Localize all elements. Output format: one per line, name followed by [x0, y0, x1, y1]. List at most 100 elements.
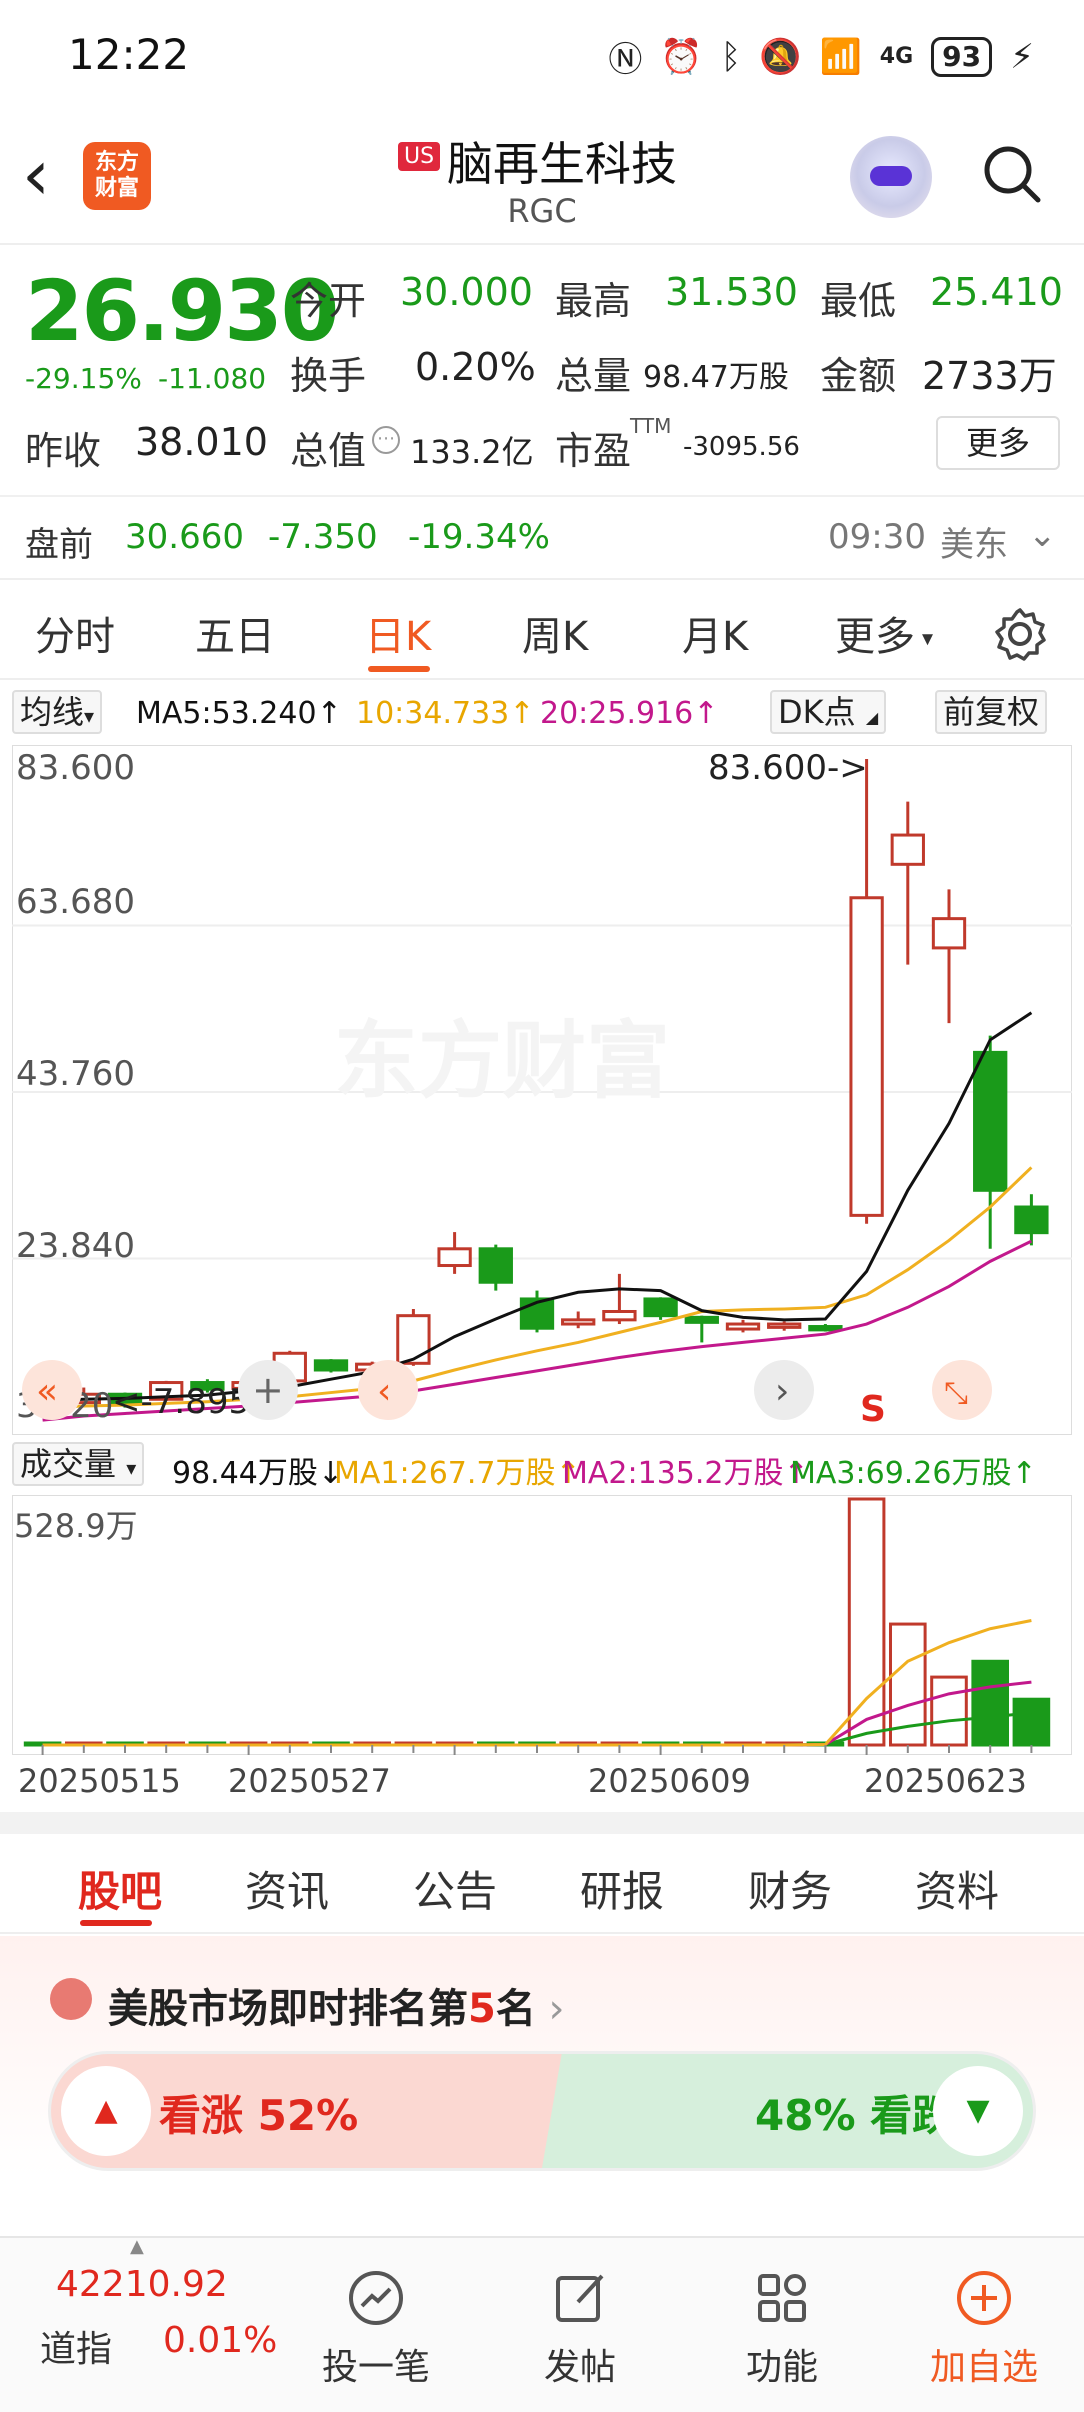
tab-news[interactable]: 资讯: [245, 1858, 329, 1919]
mute-icon: 🔕: [759, 36, 802, 77]
tab-research[interactable]: 研报: [580, 1858, 664, 1919]
candle-body: [808, 1325, 843, 1332]
ai-assistant-icon[interactable]: [850, 136, 932, 218]
candlestick-chart[interactable]: 东方财富 83.600 63.680 43.760 23.840 3.920 8…: [12, 745, 1072, 1435]
nfc-icon: Ⓝ: [608, 40, 643, 80]
info-icon[interactable]: ⋯: [372, 426, 400, 454]
candle-body: [973, 1050, 1008, 1192]
market-cap-value: 133.2亿: [410, 433, 534, 471]
adjust-mode-button[interactable]: 前复权: [935, 690, 1048, 734]
index-change: 0.01%: [163, 2320, 278, 2361]
section-divider: [0, 1812, 1084, 1834]
bear-label: 48% 看跌: [755, 2091, 955, 2140]
date-label: 20250623: [864, 1762, 1027, 1800]
amount-label: 金额: [820, 354, 897, 398]
stock-header: ‹ 东方 财富 US 脑再生科技 RGC: [0, 110, 1084, 245]
charging-icon: ⚡: [1010, 36, 1034, 77]
svg-text:⤡: ⤡: [944, 1376, 968, 1411]
premarket-label: 盘前: [25, 525, 93, 565]
expand-up-icon[interactable]: ▲: [130, 2236, 144, 2257]
candle-body: [684, 1315, 719, 1324]
date-axis: 20250515 20250527 20250609 20250623: [0, 1762, 1084, 1802]
sell-signal: S: [860, 1389, 886, 1430]
high-label: 最高: [555, 279, 632, 323]
grid-apps-icon: [758, 2274, 806, 2322]
price-axis-label: 23.840: [16, 1226, 135, 1266]
nav-add-watchlist-button[interactable]: 加自选: [914, 2268, 1054, 2390]
stock-name: 脑再生科技: [447, 137, 677, 191]
rewind-button[interactable]: «: [22, 1360, 82, 1420]
tab-five-day[interactable]: 五日: [195, 604, 275, 662]
candle-body: [396, 1314, 431, 1365]
volume-ma1: MA1:267.7万股↑: [334, 1456, 581, 1491]
tab-weekly-k[interactable]: 周K: [522, 604, 588, 662]
prev-close-value: 38.010: [135, 420, 268, 464]
candle-body: [313, 1359, 349, 1372]
scroll-left-button[interactable]: ‹: [358, 1360, 418, 1420]
ma5-value: MA5:53.240↑: [136, 696, 342, 731]
candle-body: [602, 1309, 637, 1322]
ma-legend-row: 均线▾ MA5:53.240↑ 10:34.733↑ 20:25.916↑ DK…: [0, 688, 1084, 738]
ranking-link[interactable]: 美股市场即时排名第5名 ›: [108, 1976, 565, 2034]
pe-value: -3095.56: [683, 432, 800, 462]
settings-gear-icon[interactable]: [992, 606, 1048, 662]
volume-bar: [1012, 1697, 1051, 1747]
volume-bar: [930, 1675, 968, 1747]
ranking-chart-icon: [50, 1978, 92, 2020]
tab-forum[interactable]: 股吧: [78, 1858, 162, 1919]
candle-body: [931, 917, 967, 950]
bluetooth-icon: ᛒ: [720, 36, 742, 77]
premarket-time: 09:30: [828, 517, 926, 557]
index-value[interactable]: 42210.92: [56, 2264, 228, 2305]
candle-body: [1014, 1205, 1049, 1235]
index-name: 道指: [40, 2329, 113, 2370]
ranking-panel: 美股市场即时排名第5名 › ▲ 看涨 52% 48% 看跌 ▼: [0, 1936, 1084, 2236]
bear-vote-button[interactable]: ▼: [933, 2066, 1023, 2156]
nav-functions-button[interactable]: 功能: [712, 2268, 852, 2390]
premarket-zone: 美东: [940, 525, 1008, 565]
low-marker: <-7.895: [112, 1382, 250, 1422]
trend-circle-icon: [349, 2271, 403, 2325]
wifi-icon: 📶: [819, 36, 862, 77]
fullscreen-expand-icon[interactable]: ⤡: [932, 1360, 992, 1420]
turnover-label: 换手: [290, 354, 367, 398]
add-circle-icon: [957, 2271, 1011, 2325]
search-icon[interactable]: [982, 144, 1042, 204]
content-tabs: 股吧 资讯 公告 研报 财务 资料: [0, 1834, 1084, 1934]
svg-text:›: ›: [775, 1371, 789, 1412]
high-value: 31.530: [665, 270, 798, 314]
premarket-row[interactable]: 盘前 30.660 -7.350 -19.34% 09:30 美东 ⌄: [0, 495, 1084, 580]
bull-vote-button[interactable]: ▲: [61, 2066, 151, 2156]
candle-body: [767, 1322, 802, 1329]
volume-ma2: MA2:135.2万股↑: [562, 1456, 809, 1491]
more-quote-button[interactable]: 更多: [936, 416, 1060, 470]
pe-ttm-sup: TTM: [630, 414, 672, 438]
ma10-value: 10:34.733↑: [356, 696, 535, 731]
volume-current: 98.44万股↓: [172, 1456, 344, 1491]
tab-more[interactable]: 更多 ▾: [835, 604, 933, 662]
date-label: 20250515: [18, 1762, 181, 1800]
ma-selector-dropdown[interactable]: 均线▾: [12, 690, 103, 734]
prev-close-label: 昨收: [25, 429, 102, 473]
tab-financials[interactable]: 财务: [748, 1858, 832, 1919]
dk-point-button[interactable]: DK点 ◢: [770, 690, 887, 734]
nav-post-button[interactable]: 发帖: [510, 2268, 650, 2390]
zoom-in-button[interactable]: +: [238, 1360, 298, 1420]
volume-ma3: MA3:69.26万股↑: [790, 1456, 1037, 1491]
premarket-price: 30.660: [125, 517, 244, 557]
market-badge: US: [398, 142, 441, 171]
scroll-right-button[interactable]: ›: [754, 1360, 814, 1420]
tab-daily-k[interactable]: 日K: [365, 604, 431, 662]
tab-announcements[interactable]: 公告: [413, 1858, 497, 1919]
volume-selector-dropdown[interactable]: 成交量 ▾: [12, 1442, 145, 1486]
nav-trade-button[interactable]: 投一笔: [306, 2268, 446, 2390]
open-label: 今开: [290, 279, 367, 323]
candle-body: [437, 1247, 472, 1268]
volume-bar: [971, 1659, 1010, 1747]
volume-chart[interactable]: 528.9万: [12, 1495, 1072, 1755]
tab-monthly-k[interactable]: 月K: [682, 604, 748, 662]
tab-profile[interactable]: 资料: [915, 1858, 999, 1919]
market-cap-label: 总值: [290, 429, 367, 473]
tab-intraday[interactable]: 分时: [35, 604, 115, 662]
battery-icon: 93: [931, 36, 993, 77]
